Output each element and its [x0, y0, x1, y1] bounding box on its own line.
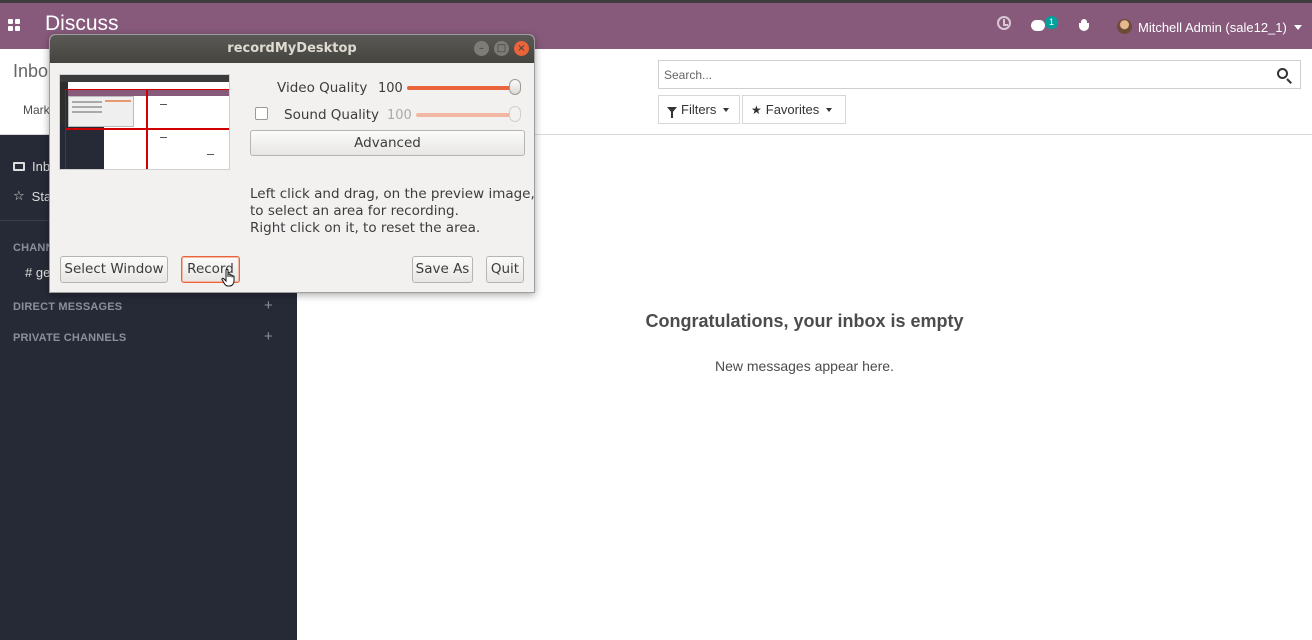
selection-outline [65, 128, 229, 130]
advanced-button[interactable]: Advanced [250, 130, 525, 156]
chat-badge: 1 [1045, 16, 1058, 29]
preview-detail [60, 75, 229, 82]
chevron-down-icon[interactable] [1294, 25, 1302, 30]
close-icon[interactable]: × [514, 41, 529, 56]
channel-general[interactable]: # ge [25, 265, 50, 280]
empty-inbox-subtitle: New messages appear here. [715, 358, 894, 374]
app-title: Discuss [45, 12, 119, 35]
user-menu[interactable]: Mitchell Admin (sale12_1) [1138, 20, 1287, 35]
recordmydesktop-window: recordMyDesktop – □ × Video Quality 100 … [49, 34, 535, 293]
avatar[interactable] [1117, 19, 1132, 34]
add-private-channel-icon[interactable]: + [264, 328, 273, 345]
filter-icon [667, 106, 677, 118]
help-text: Left click and drag, on the preview imag… [250, 186, 535, 236]
sound-quality-slider-handle[interactable] [509, 106, 521, 122]
sound-quality-label: Sound Quality [284, 107, 380, 123]
maximize-icon[interactable]: □ [494, 41, 509, 56]
window-titlebar[interactable]: recordMyDesktop – □ × [50, 35, 534, 63]
add-direct-message-icon[interactable]: + [264, 297, 273, 314]
screen: Discuss 1 Mitchell Admin (sale12_1) Inbo… [0, 0, 1312, 640]
video-quality-slider[interactable] [407, 86, 521, 90]
sound-quality-value: 100 [387, 108, 412, 123]
star-icon: ★ [751, 102, 762, 117]
apps-menu-icon[interactable] [8, 19, 20, 31]
filters-button[interactable]: Filters [658, 95, 740, 124]
sound-quality-checkbox[interactable] [255, 107, 268, 120]
video-quality-label: Video Quality [277, 80, 368, 96]
sidebar-item-inbox[interactable]: Inb [13, 159, 50, 174]
preview-image[interactable] [59, 74, 230, 170]
sidebar-item-starred[interactable]: ☆ Sta [13, 188, 51, 204]
caret-down-icon [723, 107, 730, 112]
channels-header[interactable]: CHANN [13, 242, 54, 254]
caret-down-icon [826, 107, 833, 112]
favorites-button[interactable]: ★ Favorites [742, 95, 846, 124]
quit-button[interactable]: Quit [486, 256, 524, 283]
search-icon[interactable] [1277, 68, 1288, 79]
video-quality-value: 100 [378, 81, 403, 96]
hand-cursor-icon [221, 269, 235, 287]
search-input[interactable] [659, 61, 1269, 88]
clock-icon[interactable] [997, 16, 1011, 30]
mark-all-read-button[interactable]: Mark [23, 103, 50, 117]
favorites-label: Favorites [765, 102, 820, 117]
filters-label: Filters [681, 102, 717, 117]
chat-icon[interactable] [1031, 20, 1045, 31]
sidebar-item-label: Inb [32, 159, 51, 174]
window-title: recordMyDesktop [227, 41, 357, 56]
page-title: Inbo [13, 61, 49, 81]
star-icon: ☆ [13, 188, 25, 203]
save-as-button[interactable]: Save As [412, 256, 473, 283]
inbox-icon [13, 162, 25, 171]
direct-messages-header[interactable]: DIRECT MESSAGES [13, 301, 122, 313]
minimize-icon[interactable]: – [474, 41, 489, 56]
bug-icon[interactable] [1079, 19, 1089, 31]
search-box [658, 60, 1301, 89]
sound-quality-slider[interactable] [416, 113, 521, 117]
empty-inbox-title: Congratulations, your inbox is empty [645, 311, 964, 331]
private-channels-header[interactable]: PRIVATE CHANNELS [13, 332, 126, 344]
select-window-button[interactable]: Select Window [60, 256, 168, 283]
video-quality-slider-handle[interactable] [509, 79, 521, 95]
